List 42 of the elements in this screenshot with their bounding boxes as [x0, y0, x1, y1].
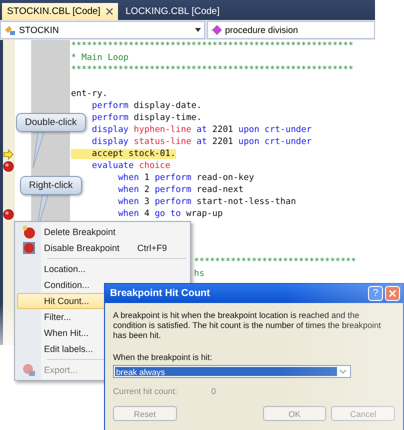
code-line: when 3 perform start-not-less-than	[117, 197, 296, 207]
callout-pointer	[32, 132, 46, 168]
code-line: display hyphen-line at 2201 upon crt-under	[90, 125, 312, 135]
code-line: hs	[194, 269, 204, 279]
prompt-label: When the breakpoint is hit:	[113, 352, 214, 362]
breakpoint-icon	[3, 208, 14, 220]
code-line: * Main Loop	[71, 53, 129, 63]
diamond-icon	[211, 25, 222, 35]
menu-item[interactable]: Location...	[17, 261, 188, 277]
code-line: when 2 perform read-next	[117, 185, 244, 195]
condition-dropdown[interactable]: break always	[113, 365, 351, 378]
breakpoint-icon	[3, 160, 14, 172]
arrow-icon	[3, 148, 14, 160]
hit-count-label: Current hit count:	[113, 386, 178, 396]
code-line: ******************************************************	[71, 65, 354, 75]
hit-count-value: 0	[211, 386, 216, 396]
breakpoint-icon	[22, 241, 36, 255]
member-dropdown[interactable]: procedure division	[207, 21, 375, 39]
class-icon	[4, 24, 16, 36]
code-line: when 1 perform read-on-key	[117, 173, 254, 183]
code-line: perform display-date.	[90, 101, 202, 111]
file-tab[interactable]: STOCKIN.CBL [Code]	[2, 3, 118, 20]
caret-icon	[337, 367, 349, 376]
code-line: *******************************	[194, 257, 356, 267]
code-line: ent-ry.	[71, 89, 108, 99]
breakpoint-icon	[22, 225, 36, 239]
caret-icon	[195, 28, 201, 32]
code-line: when 4 go to wrap-up	[117, 209, 223, 219]
menu-item[interactable]: Delete Breakpoint	[17, 224, 188, 240]
code-line: ******************************************************	[71, 41, 354, 51]
menu-item[interactable]: Disable Breakpoint Ctrl+F9	[17, 240, 188, 256]
close-icon	[389, 290, 396, 297]
code-line: evaluate choice	[90, 161, 170, 171]
callout: Double-click	[16, 113, 86, 132]
close-button[interactable]	[385, 286, 400, 301]
callout: Right-click	[20, 176, 82, 195]
breakpoint-icon	[22, 363, 36, 377]
file-tab[interactable]: LOCKING.CBL [Code]	[120, 3, 225, 20]
type-dropdown[interactable]: STOCKIN	[0, 21, 205, 39]
description-text: A breakpoint is hit when the breakpoint location is reached and the condition is satisfied. The hit count is the number of times the breakpoint has been hit.	[113, 310, 382, 340]
close-icon[interactable]	[106, 8, 114, 15]
code-line: display status-line at 2201 upon crt-under	[90, 137, 312, 147]
